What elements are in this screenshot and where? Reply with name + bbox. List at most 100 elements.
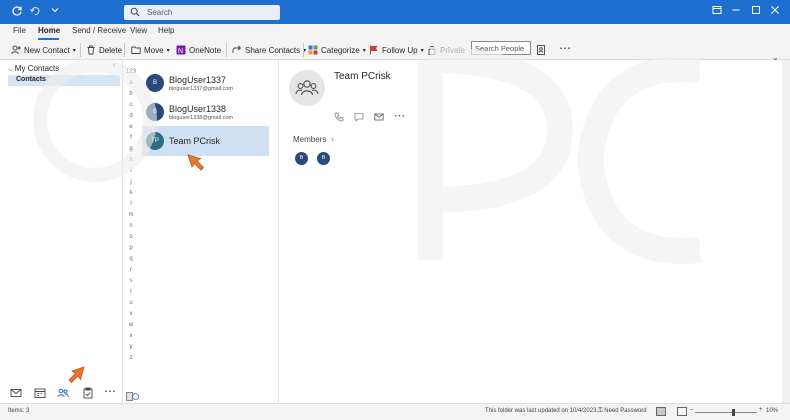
collapse-pane-icon[interactable]: ‹ bbox=[113, 60, 116, 69]
calendar-icon[interactable] bbox=[34, 387, 46, 399]
mail-icon[interactable] bbox=[10, 387, 22, 399]
move-label: Move bbox=[144, 45, 164, 55]
folder-contacts[interactable]: Contacts bbox=[8, 75, 120, 86]
share-contacts-button[interactable]: Share Contacts ▾ bbox=[232, 43, 306, 57]
alphabet-index-letter[interactable]: u bbox=[124, 300, 138, 306]
alphabet-index-letter[interactable]: z bbox=[124, 355, 138, 361]
search-people-input[interactable]: Search People bbox=[471, 41, 531, 55]
new-contact-label: New Contact bbox=[24, 45, 70, 55]
ribbon-divider bbox=[303, 43, 304, 57]
new-contact-button[interactable]: New Contact ▾ bbox=[11, 43, 76, 57]
address-book-button[interactable] bbox=[536, 43, 546, 57]
vertical-scrollbar[interactable] bbox=[782, 60, 790, 403]
alphabet-index-letter[interactable]: j bbox=[124, 179, 138, 185]
member-avatar[interactable]: B bbox=[295, 152, 308, 165]
tab-file[interactable]: File bbox=[13, 26, 26, 35]
alphabet-index-letter[interactable]: x bbox=[124, 333, 138, 339]
more-actions-icon[interactable]: ⋯ bbox=[394, 109, 408, 122]
alphabet-index-letter[interactable]: f bbox=[124, 135, 138, 141]
contact-display-name: Team PCrisk bbox=[334, 71, 391, 82]
alphabet-index-letter[interactable]: v bbox=[124, 311, 138, 317]
tasks-icon[interactable] bbox=[82, 387, 94, 399]
contact-email: bloguser1338@gmail.com bbox=[169, 115, 233, 121]
close-button[interactable] bbox=[767, 5, 783, 19]
contact-card-bloguser1338[interactable]: B BlogUser1338 bloguser1338@gmail.com bbox=[142, 97, 269, 127]
alphabet-index-letter[interactable]: l bbox=[124, 201, 138, 207]
tab-home[interactable]: Home bbox=[38, 26, 60, 35]
zoom-in-icon[interactable]: + bbox=[759, 407, 763, 413]
zoom-slider-thumb[interactable] bbox=[732, 409, 735, 416]
folder-move-icon bbox=[131, 46, 141, 54]
need-password-status[interactable]: ⚿ Need Password bbox=[598, 408, 647, 415]
more-options-icon[interactable]: ⋯ bbox=[559, 41, 571, 55]
alphabet-index-letter[interactable]: t bbox=[124, 289, 138, 295]
member-avatar[interactable]: B bbox=[317, 152, 330, 165]
categorize-label: Categorize bbox=[321, 45, 360, 55]
contact-card-bloguser1337[interactable]: B BlogUser1337 bloguser1337@gmail.com bbox=[142, 68, 269, 98]
email-icon[interactable] bbox=[374, 112, 384, 122]
alphabet-index-letter[interactable]: k bbox=[124, 190, 138, 196]
alphabet-index-letter[interactable]: c bbox=[124, 102, 138, 108]
chat-icon[interactable] bbox=[354, 112, 364, 122]
alphabet-index-letter[interactable]: 123 bbox=[124, 69, 138, 75]
alphabet-index-letter[interactable]: q bbox=[124, 256, 138, 262]
chevron-down-icon: ▾ bbox=[166, 47, 170, 54]
follow-up-button[interactable]: Follow Up ▾ bbox=[369, 43, 424, 57]
members-header[interactable]: Members bbox=[293, 135, 326, 144]
my-contacts-group[interactable]: ⌵ My Contacts bbox=[8, 64, 59, 74]
alphabet-index-letter[interactable]: e bbox=[124, 124, 138, 130]
refresh-icon[interactable] bbox=[10, 5, 24, 19]
contact-name: Team PCrisk bbox=[169, 136, 221, 146]
alphabet-index-letter[interactable]: y bbox=[124, 344, 138, 350]
group-list-icon[interactable] bbox=[126, 392, 139, 401]
follow-up-label: Follow Up bbox=[382, 45, 418, 55]
alphabet-index-letter[interactable]: i bbox=[124, 168, 138, 174]
alphabet-index-letter[interactable]: w bbox=[124, 322, 138, 328]
alphabet-index-letter[interactable]: p bbox=[124, 245, 138, 251]
alphabet-index-letter[interactable]: h bbox=[124, 157, 138, 163]
my-contacts-label: My Contacts bbox=[14, 64, 60, 73]
tab-send-receive[interactable]: Send / Receive bbox=[72, 26, 126, 35]
flag-icon bbox=[370, 45, 378, 55]
alphabet-index-letter[interactable]: s bbox=[124, 278, 138, 284]
tab-help[interactable]: Help bbox=[158, 26, 174, 35]
reading-view-icon[interactable] bbox=[677, 407, 687, 416]
search-icon bbox=[130, 7, 140, 17]
restore-ribbon-icon[interactable] bbox=[709, 5, 725, 19]
alphabet-index-letter[interactable]: g bbox=[124, 146, 138, 152]
contact-name: BlogUser1337 bbox=[169, 75, 227, 85]
need-password-label: Need Password bbox=[604, 408, 647, 414]
undo-icon[interactable] bbox=[28, 5, 42, 19]
folder-pane: ‹ ⌵ My Contacts Contacts ⋯ bbox=[0, 60, 123, 403]
alphabet-index-letter[interactable]: b bbox=[124, 91, 138, 97]
group-icon bbox=[295, 80, 319, 96]
people-icon[interactable] bbox=[57, 387, 69, 399]
dropdown-icon[interactable] bbox=[48, 5, 62, 19]
delete-button[interactable]: Delete bbox=[86, 43, 122, 57]
alphabet-index-letter[interactable]: d bbox=[124, 113, 138, 119]
maximize-button[interactable] bbox=[748, 5, 764, 19]
alphabet-index-letter[interactable]: o bbox=[124, 234, 138, 240]
trash-icon bbox=[87, 45, 95, 55]
alphabet-index-letter[interactable]: m bbox=[124, 212, 138, 218]
group-avatar bbox=[289, 70, 325, 106]
search-input[interactable]: Search bbox=[124, 5, 280, 20]
contact-card-team-pcrisk[interactable]: TP Team PCrisk bbox=[142, 126, 269, 156]
move-button[interactable]: Move ▾ bbox=[131, 43, 170, 57]
tab-view[interactable]: View bbox=[130, 26, 147, 35]
onenote-button[interactable]: N OneNote bbox=[176, 43, 221, 57]
private-button[interactable]: Private bbox=[427, 43, 465, 57]
zoom-slider[interactable] bbox=[695, 412, 757, 413]
chevron-right-icon[interactable]: › bbox=[331, 134, 334, 144]
more-modules-icon[interactable]: ⋯ bbox=[104, 384, 118, 398]
categorize-button[interactable]: Categorize ▾ bbox=[308, 43, 366, 57]
normal-view-icon[interactable] bbox=[656, 407, 666, 416]
chevron-down-icon: ▾ bbox=[362, 47, 366, 54]
alphabet-index-letter[interactable]: r bbox=[124, 267, 138, 273]
ribbon-divider bbox=[80, 43, 81, 57]
minimize-button[interactable] bbox=[728, 5, 744, 19]
phone-icon[interactable] bbox=[334, 112, 344, 122]
alphabet-index-letter[interactable]: n bbox=[124, 223, 138, 229]
zoom-out-icon[interactable]: – bbox=[690, 407, 693, 413]
alphabet-index-letter[interactable]: a bbox=[124, 80, 138, 86]
